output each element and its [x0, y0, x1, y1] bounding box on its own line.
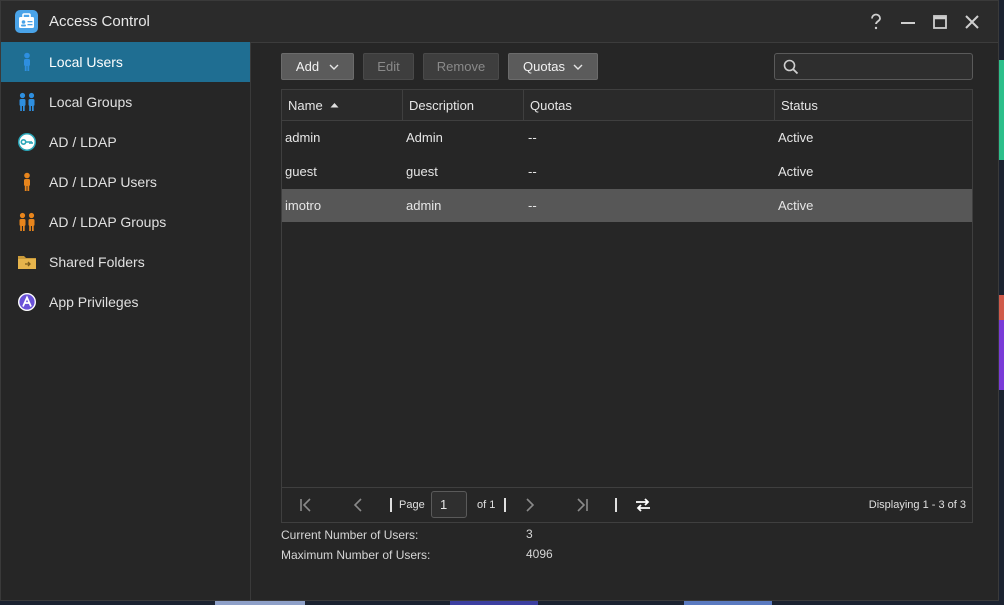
max-users-value: 4096 — [526, 547, 553, 561]
add-button[interactable]: Add — [281, 53, 354, 80]
chevron-down-icon — [329, 64, 339, 70]
search-box[interactable] — [774, 53, 973, 80]
sidebar-item-shared-folders[interactable]: Shared Folders — [1, 242, 250, 282]
sidebar-item-local-users[interactable]: Local Users — [1, 42, 250, 82]
table-row[interactable]: guest guest -- Active — [282, 155, 972, 188]
users-table: Name Description Quotas Status admin Adm… — [281, 89, 973, 523]
access-control-window: Access Control Local Users Local Groups — [0, 0, 999, 601]
minimize-icon[interactable] — [896, 10, 920, 34]
remove-button-label: Remove — [436, 59, 486, 74]
current-users-label: Current Number of Users: — [281, 528, 419, 542]
key-icon — [17, 132, 37, 152]
help-icon[interactable] — [864, 10, 888, 34]
domain-user-icon — [17, 172, 37, 192]
column-header-label: Description — [409, 97, 475, 113]
column-header-status[interactable]: Status — [775, 90, 972, 120]
cell-quotas: -- — [528, 198, 537, 213]
cell-description: guest — [406, 164, 438, 179]
cell-status: Active — [778, 164, 814, 179]
maximize-icon[interactable] — [928, 10, 952, 34]
cell-quotas: -- — [528, 130, 537, 145]
refresh-icon[interactable] — [634, 497, 652, 513]
search-input[interactable] — [803, 57, 967, 77]
main-panel: Add Edit Remove Quotas Name Description … — [251, 42, 998, 600]
page-number-input[interactable] — [431, 491, 467, 518]
folder-icon — [17, 252, 37, 272]
desktop-fragment — [999, 60, 1004, 160]
cell-status: Active — [778, 130, 814, 145]
local-user-icon — [17, 52, 37, 72]
search-icon — [783, 59, 799, 75]
max-users-label: Maximum Number of Users: — [281, 548, 431, 562]
first-page-icon[interactable] — [298, 497, 314, 513]
sidebar-item-ad-ldap-users[interactable]: AD / LDAP Users — [1, 162, 250, 202]
quotas-button[interactable]: Quotas — [508, 53, 598, 80]
table-header: Name Description Quotas Status — [282, 90, 972, 121]
cell-quotas: -- — [528, 164, 537, 179]
sort-ascending-icon — [330, 103, 339, 108]
access-control-app-icon — [15, 10, 38, 33]
pagination-separator — [615, 498, 617, 512]
add-button-label: Add — [295, 59, 320, 74]
displaying-count: Displaying 1 - 3 of 3 — [868, 499, 966, 511]
cell-description: admin — [406, 198, 442, 213]
sidebar-item-label: Shared Folders — [49, 254, 145, 270]
column-header-description[interactable]: Description — [403, 90, 524, 120]
title-bar[interactable]: Access Control — [1, 1, 998, 43]
sidebar: Local Users Local Groups AD / LDAP AD / … — [1, 42, 251, 600]
pagination-separator — [390, 498, 392, 512]
column-header-label: Quotas — [530, 97, 572, 113]
sidebar-item-label: AD / LDAP Groups — [49, 214, 167, 230]
column-header-label: Name — [288, 97, 323, 113]
cell-status: Active — [778, 198, 814, 213]
local-group-icon — [17, 92, 37, 112]
edit-button-label: Edit — [377, 59, 400, 74]
close-icon[interactable] — [960, 10, 984, 34]
remove-button[interactable]: Remove — [423, 53, 499, 80]
pagination-separator — [504, 498, 506, 512]
column-header-name[interactable]: Name — [282, 90, 403, 120]
quotas-button-label: Quotas — [523, 59, 565, 74]
cell-description: Admin — [406, 130, 443, 145]
column-header-quotas[interactable]: Quotas — [524, 90, 775, 120]
cell-name: imotro — [285, 198, 322, 213]
next-page-icon[interactable] — [522, 497, 538, 513]
sidebar-item-local-groups[interactable]: Local Groups — [1, 82, 250, 122]
column-header-label: Status — [781, 97, 818, 113]
table-row[interactable]: admin Admin -- Active — [282, 121, 972, 154]
desktop-fragment — [215, 601, 305, 605]
table-row-selected[interactable]: imotro admin -- Active — [282, 189, 972, 222]
desktop-fragment — [999, 320, 1004, 390]
pagination-bar: Page of 1 Displaying 1 - 3 of 3 — [282, 487, 972, 522]
edit-button[interactable]: Edit — [363, 53, 414, 80]
domain-group-icon — [17, 212, 37, 232]
sidebar-item-label: Local Users — [49, 54, 123, 70]
sidebar-item-ad-ldap-groups[interactable]: AD / LDAP Groups — [1, 202, 250, 242]
sidebar-item-label: Local Groups — [49, 94, 133, 110]
sidebar-item-label: AD / LDAP Users — [49, 174, 157, 190]
sidebar-item-label: App Privileges — [49, 294, 139, 310]
previous-page-icon[interactable] — [350, 497, 366, 513]
desktop-fragment — [684, 601, 772, 605]
cell-name: admin — [285, 130, 321, 145]
sidebar-item-app-privileges[interactable]: App Privileges — [1, 282, 250, 322]
chevron-down-icon — [573, 64, 583, 70]
cell-name: guest — [285, 164, 317, 179]
sidebar-item-ad-ldap[interactable]: AD / LDAP — [1, 122, 250, 162]
page-total-label: of 1 — [477, 499, 496, 511]
last-page-icon[interactable] — [574, 497, 590, 513]
page-label: Page — [399, 499, 425, 511]
desktop-fragment — [450, 601, 538, 605]
desktop-fragment — [999, 295, 1004, 320]
sidebar-item-label: AD / LDAP — [49, 134, 117, 150]
window-title: Access Control — [49, 13, 150, 30]
app-privileges-icon — [17, 292, 37, 312]
current-users-value: 3 — [526, 527, 533, 541]
